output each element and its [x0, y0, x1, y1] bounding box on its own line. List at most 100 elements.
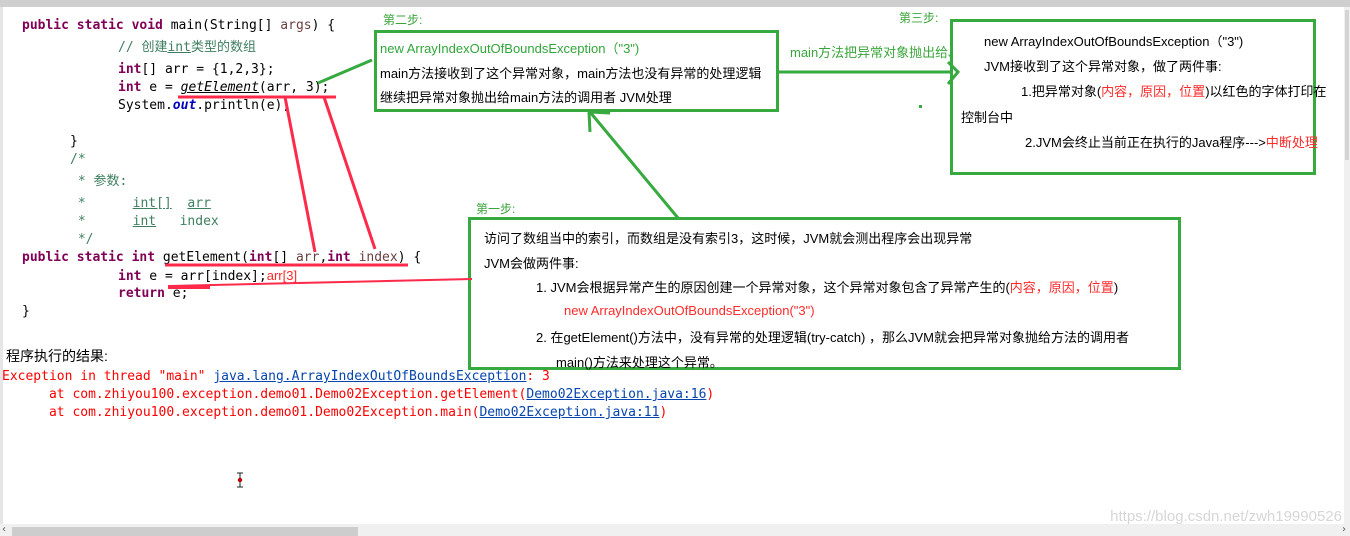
- keyword: int: [248, 250, 273, 265]
- code-line-array-init: int[] arr = {1,2,3};: [118, 61, 275, 79]
- vertical-scrollbar-thumb[interactable]: [1345, 10, 1349, 160]
- keyword: int: [118, 269, 142, 284]
- keyword: int: [118, 62, 142, 77]
- comment-text: * 参数:: [70, 174, 128, 189]
- step2-line2: main方法接收到了这个异常对象，main方法也没有异常的处理逻辑: [380, 66, 762, 81]
- text: 1. JVM会根据异常产生的原因创建一个异常对象，这个异常对象包含了异常产生的(: [536, 280, 1010, 295]
- step1-line4: new ArrayIndexOutOfBoundsException("3"): [564, 303, 815, 318]
- code-text: e;: [164, 286, 189, 301]
- red-text: 内容，原因，位置: [1101, 84, 1206, 99]
- editor-left-gutter: [0, 7, 3, 524]
- text: 1.把异常对象(: [1021, 84, 1102, 99]
- scroll-left-icon[interactable]: ‹: [2, 524, 6, 536]
- param-name: index: [358, 250, 398, 265]
- param-name: args: [280, 18, 312, 33]
- code-text: .println(e);: [196, 98, 291, 113]
- code-text: ) {: [311, 18, 336, 33]
- comment-text: int[]: [132, 196, 172, 211]
- param-name: arr: [295, 250, 320, 265]
- step1-line1: 访问了数组当中的索引，而数组是没有索引3，这时候，JVM就会测出程序会出现异常: [484, 231, 973, 246]
- javadoc-params: * 参数:: [70, 173, 128, 191]
- code-text: arr = {1,2,3};: [157, 62, 275, 77]
- code-text: ) {: [397, 250, 422, 265]
- step3-box: new ArrayIndexOutOfBoundsException（"3") …: [950, 19, 1327, 175]
- step3-line2: JVM接收到了这个异常对象，做了两件事:: [984, 59, 1222, 74]
- stack-trace-link[interactable]: Demo02Exception.java:16: [526, 387, 706, 402]
- code-close-brace-main: }: [70, 133, 78, 151]
- top-edge: [0, 0, 1350, 7]
- step1-label: 第一步:: [476, 202, 516, 216]
- code-text: []: [141, 62, 158, 77]
- comment-text: int: [167, 40, 191, 55]
- green-arrowhead: [587, 111, 592, 133]
- console-text: ): [706, 387, 715, 402]
- code-text: []: [272, 250, 296, 265]
- green-dot: [919, 105, 922, 108]
- step3-line4: 控制台中: [961, 110, 1014, 125]
- red-line-index: [322, 96, 377, 250]
- comment-text: *: [70, 214, 133, 229]
- step2-label: 第二步:: [383, 13, 423, 27]
- console-text: at com.zhiyou100.exception.demo01.Demo02…: [2, 387, 527, 402]
- comment-text: 类型的数组: [190, 40, 256, 55]
- comment-text: [172, 196, 188, 211]
- console-text: Exception in thread "main": [2, 369, 214, 384]
- comment-text: index: [179, 214, 219, 229]
- code-main-signature: public static void main(String[] args) {: [22, 17, 335, 35]
- code-getelement-signature: public static int getElement(int[] arr,i…: [22, 249, 421, 267]
- step3-line3: 1.把异常对象(内容，原因，位置)以红色的字体打印在: [1021, 81, 1327, 100]
- scroll-right-icon[interactable]: ›: [1342, 524, 1346, 536]
- step3-label: 第三步:: [899, 11, 939, 25]
- text: 2.JVM会终止当前正在执行的Java程序--->: [1025, 135, 1266, 150]
- comment-text: int: [132, 214, 157, 229]
- code-close-brace-getelement: }: [22, 303, 30, 321]
- comment-text: [156, 214, 179, 229]
- code-text: getElement(: [162, 250, 249, 265]
- step2-box: new ArrayIndexOutOfBoundsException（"3") …: [374, 30, 779, 112]
- method-call: getElement: [180, 80, 259, 95]
- javadoc-param-index: * int index: [70, 213, 219, 231]
- keyword: public static int: [22, 250, 163, 265]
- step1-line6: main()方法来处理这个异常。: [556, 355, 723, 370]
- console-trace-line: at com.zhiyou100.exception.demo01.Demo02…: [2, 404, 667, 422]
- horizontal-scrollbar-thumb[interactable]: [12, 527, 358, 536]
- step3-line5: 2.JVM会终止当前正在执行的Java程序--->中断处理: [1025, 132, 1318, 151]
- keyword: return: [118, 286, 165, 301]
- step1-box: 访问了数组当中的索引，而数组是没有索引3，这时候，JVM就会测出程序会出现异常 …: [468, 217, 1181, 370]
- step3-line1: new ArrayIndexOutOfBoundsException（"3"): [984, 34, 1244, 49]
- code-line-array-access: int e = arr[index];arr[3]: [118, 267, 297, 286]
- comment-text: /*: [70, 152, 86, 167]
- code-text: e = arr[index];: [141, 269, 267, 284]
- exception-class-link[interactable]: java.lang.ArrayIndexOutOfBoundsException: [213, 369, 526, 384]
- step2-line1: new ArrayIndexOutOfBoundsException（"3"): [380, 41, 640, 56]
- step2-line3: 继续把异常对象抛出给main方法的调用者 JVM处理: [380, 90, 672, 105]
- red-line-arr: [283, 96, 317, 253]
- watermark: https://blog.csdn.net/zwh19990526: [1110, 508, 1342, 525]
- result-title: 程序执行的结果:: [6, 348, 108, 364]
- console-text: ): [659, 405, 668, 420]
- console-text: at com.zhiyou100.exception.demo01.Demo02…: [2, 405, 480, 420]
- code-line-call-getelement: int e = getElement(arr, 3);: [118, 79, 329, 97]
- red-text: 中断处理: [1265, 135, 1318, 150]
- code-text: e =: [141, 80, 181, 95]
- console-trace-line: at com.zhiyou100.exception.demo01.Demo02…: [2, 386, 714, 404]
- step1-line3: 1. JVM会根据异常产生的原因创建一个异常对象，这个异常对象包含了异常产生的(…: [536, 277, 1118, 296]
- red-text: 内容，原因，位置: [1009, 280, 1114, 295]
- console-text: : 3: [526, 369, 550, 384]
- green-arrowhead: [589, 110, 611, 115]
- keyword: int: [118, 80, 142, 95]
- keyword: int: [327, 250, 351, 265]
- code-text: System.: [118, 98, 173, 113]
- code-line-return: return e;: [118, 285, 188, 303]
- javadoc-param-arr: * int[] arr: [70, 195, 211, 213]
- code-comment-create-array: // 创建int类型的数组: [118, 39, 256, 57]
- green-line-step1-to-step2: [588, 111, 680, 219]
- stack-trace-link[interactable]: Demo02Exception.java:11: [479, 405, 659, 420]
- comment-text: arr: [187, 196, 211, 211]
- text: )以红色的字体打印在: [1205, 84, 1327, 99]
- text-cursor-icon: [237, 472, 243, 488]
- javadoc-open: /*: [70, 151, 86, 169]
- keyword: public static void: [22, 18, 171, 33]
- code-text: }: [22, 304, 30, 319]
